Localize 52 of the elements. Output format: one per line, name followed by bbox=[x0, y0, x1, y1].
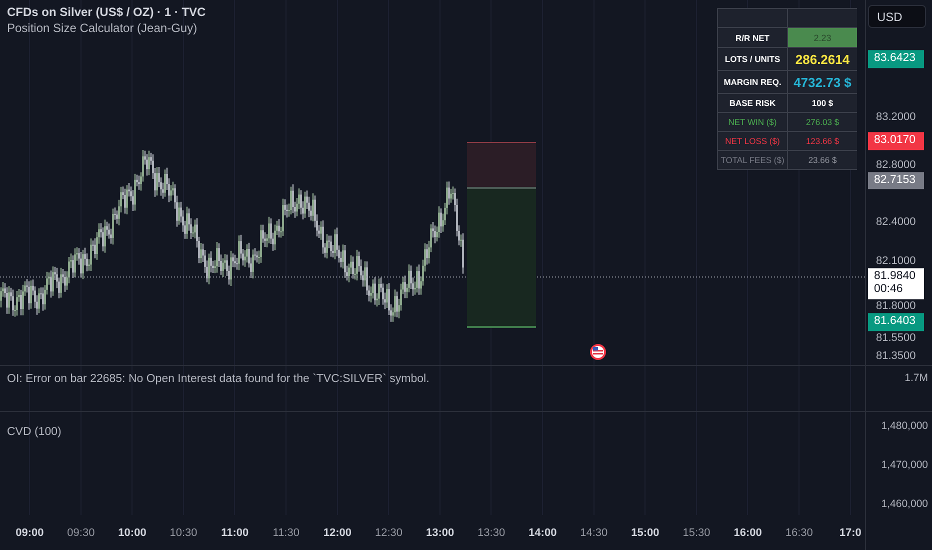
time-label: 12:30 bbox=[374, 526, 404, 538]
table-cell: LOTS / UNITS bbox=[718, 48, 787, 70]
price-tag: 81.6403 bbox=[868, 312, 924, 331]
time-label: 15:30 bbox=[682, 526, 712, 538]
table-cell: BASE RISK bbox=[718, 94, 787, 112]
time-label: 14:30 bbox=[579, 526, 609, 538]
time-label: 12:00 bbox=[322, 526, 352, 538]
time-label: 17:0 bbox=[838, 526, 862, 538]
time-label: 14:00 bbox=[528, 526, 558, 538]
price-tag: 83.6423 bbox=[868, 50, 924, 68]
time-label: 10:00 bbox=[117, 526, 148, 538]
time-label: 15:00 bbox=[630, 526, 660, 538]
price-label: 81.3500 bbox=[876, 350, 916, 362]
table-cell: 123.66 $ bbox=[788, 132, 857, 150]
time-label: 09:00 bbox=[14, 526, 45, 538]
axis-value: 1,480,000 bbox=[881, 420, 928, 432]
price-label: 81.8000 bbox=[876, 300, 916, 312]
price-label: 82.8000 bbox=[876, 158, 916, 171]
table-cell: 23.66 $ bbox=[788, 151, 857, 169]
price-label: 83.2000 bbox=[876, 111, 916, 123]
price-label: 82.4000 bbox=[876, 216, 916, 228]
table-cell: 276.03 $ bbox=[788, 113, 857, 131]
axis-value: 1.7M bbox=[904, 372, 928, 384]
table-cell: NET LOSS ($) bbox=[718, 132, 787, 150]
table-cell: 286.2614 bbox=[788, 48, 857, 70]
time-label: 13:30 bbox=[476, 526, 506, 538]
time-label: 16:30 bbox=[784, 526, 814, 538]
table-cell: TOTAL FEES ($) bbox=[718, 151, 787, 169]
error-message: OI: Error on bar 22685: No Open Interest data found for the `TVC:SILVER` symbol. bbox=[7, 373, 430, 385]
time-label: 10:30 bbox=[168, 526, 198, 538]
axis-value: 1,460,000 bbox=[881, 498, 928, 510]
price-tag: 83.0170 bbox=[868, 132, 924, 150]
chart-title: CFDs on Silver (US$ / OZ) · 1 · TVC bbox=[7, 5, 206, 19]
price-tag: 81.9840 00:46 bbox=[868, 268, 924, 300]
pane-title: CVD (100) bbox=[7, 426, 62, 438]
price-label: 81.5500 bbox=[876, 332, 916, 344]
table-cell: MARGIN REQ. bbox=[718, 71, 787, 93]
time-label: 09:30 bbox=[66, 526, 96, 538]
indicator-title: Position Size Calculator (Jean-Guy) bbox=[7, 21, 198, 35]
table-cell: 2.23 bbox=[788, 28, 857, 47]
table-cell: 100 $ bbox=[788, 94, 857, 112]
price-tag: 82.7153 bbox=[868, 172, 924, 190]
time-label: 11:00 bbox=[220, 526, 250, 538]
axis-value: 1,470,000 bbox=[881, 459, 928, 471]
table-cell: R/R NET bbox=[718, 28, 787, 47]
price-label: 82.1000 bbox=[876, 254, 916, 267]
time-label: 13:00 bbox=[424, 526, 456, 538]
time-label: 16:00 bbox=[732, 526, 763, 538]
table-cell: 4732.73 $ bbox=[788, 71, 857, 93]
table-cell: NET WIN ($) bbox=[718, 113, 787, 131]
currency-button[interactable]: USD bbox=[868, 5, 926, 28]
time-label: 11:30 bbox=[272, 526, 300, 538]
